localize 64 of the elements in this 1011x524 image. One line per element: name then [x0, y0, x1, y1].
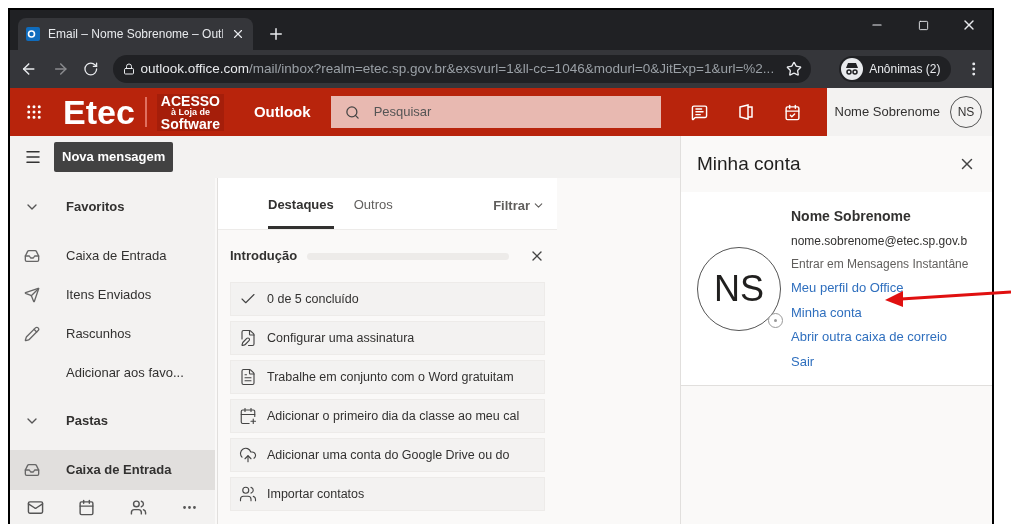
incognito-icon — [841, 58, 864, 80]
nav-item[interactable]: Itens Enviados — [10, 275, 215, 314]
panel-title: Minha conta — [697, 151, 801, 176]
profile-label: Anônimas (2) — [869, 61, 941, 78]
account-link[interactable]: Sair — [791, 351, 969, 371]
intro-title: Introdução — [230, 247, 298, 266]
people-icon[interactable] — [129, 498, 147, 516]
nav-item[interactable]: Rascunhos — [10, 314, 215, 353]
calendar-icon[interactable] — [78, 498, 96, 516]
search-field[interactable]: Pesquisar — [330, 96, 661, 128]
account-name: Nome Sobrenome — [791, 207, 912, 226]
new-tab-icon[interactable] — [267, 25, 285, 43]
account-email: nome.sobrenome@etec.sp.gov.b — [791, 233, 969, 250]
brand-name[interactable]: Etec — [63, 95, 135, 129]
task-item[interactable]: Configurar uma assinatura — [230, 321, 545, 355]
nav-item[interactable]: Adicionar aos favo... — [10, 353, 215, 392]
account-link[interactable]: Minha conta — [791, 302, 969, 322]
user-area[interactable]: Nome Sobrenome NS — [827, 88, 992, 136]
menu-icon[interactable] — [24, 148, 42, 166]
send-icon — [24, 286, 40, 303]
cloud-icon — [239, 446, 257, 464]
tab-title: Email – Nome Sobrenome – Outl — [48, 26, 223, 43]
app-name[interactable]: Outlook — [253, 100, 311, 124]
url-text: outlook.office.com/mail/inbox?realm=etec.sp.gov.br&exsvurl=1&ll-cc=1046&modurl=0&JitExp=1&url=%2... — [140, 59, 775, 78]
lock-icon — [122, 63, 135, 75]
reload-icon[interactable] — [83, 61, 99, 77]
pencil-icon — [24, 325, 40, 342]
task-item[interactable]: 0 de 5 concluído — [230, 282, 545, 316]
account-link[interactable]: Abrir outra caixa de correio — [791, 327, 969, 347]
office-icon[interactable] — [737, 104, 754, 120]
tab[interactable]: Outros — [353, 194, 393, 229]
star-icon[interactable] — [786, 61, 803, 77]
nav-item[interactable]: Caixa de Entrada — [10, 236, 215, 275]
new-message-button[interactable]: Nova mensagem — [54, 142, 174, 172]
section-header[interactable]: Favoritos — [66, 197, 125, 217]
calendar-check-icon[interactable] — [783, 103, 801, 121]
filter-button[interactable]: Filtrar — [493, 195, 545, 215]
profile-chip[interactable]: Anônimas (2) — [839, 56, 951, 82]
presence-icon — [768, 312, 783, 328]
address-bar[interactable]: outlook.office.com/mail/inbox?realm=etec.sp.gov.br&exsvurl=1&ll-cc=1046&modurl=0&JitExp=1&url=%2... — [112, 55, 812, 83]
brand-logo: ACESSO à Loja de Software — [156, 93, 224, 131]
inbox-icon — [24, 247, 40, 264]
task-item[interactable]: Trabalhe em conjunto com o Word gratuitam — [230, 360, 545, 394]
mail-icon[interactable] — [27, 498, 45, 516]
user-name: Nome Sobrenome — [834, 103, 940, 122]
app-launcher-icon[interactable] — [24, 103, 43, 121]
section-header[interactable]: Pastas — [66, 411, 108, 431]
browser-tab[interactable]: Email – Nome Sobrenome – Outl — [18, 18, 253, 50]
maximize-icon[interactable] — [917, 19, 929, 31]
document-icon — [239, 368, 257, 386]
account-link[interactable]: Meu perfil do Office — [791, 278, 969, 298]
nav-item[interactable]: Caixa de Entrada — [10, 450, 215, 489]
chat-icon[interactable] — [690, 103, 708, 121]
search-icon — [344, 104, 360, 120]
status-text[interactable]: Entrar em Mensagens Instantâne — [791, 255, 969, 273]
people-icon — [239, 485, 257, 503]
task-item[interactable]: Importar contatos — [230, 477, 545, 511]
close-icon[interactable] — [231, 27, 245, 41]
outlook-icon — [26, 27, 40, 41]
signature-icon — [239, 329, 257, 347]
task-item[interactable]: Adicionar uma conta do Google Drive ou do — [230, 438, 545, 472]
calendar-add-icon — [239, 407, 257, 425]
inbox-icon — [24, 461, 40, 478]
task-item[interactable]: Adicionar o primeiro dia da classe ao meu cal — [230, 399, 545, 433]
